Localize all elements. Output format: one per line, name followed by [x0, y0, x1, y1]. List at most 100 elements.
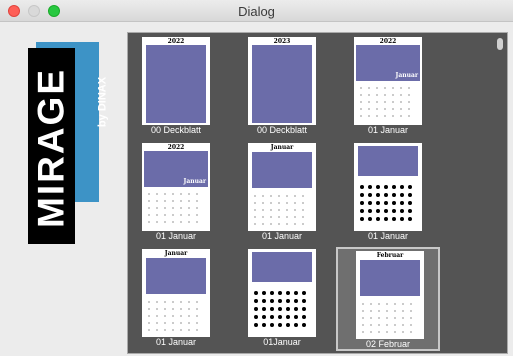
day-dot — [262, 291, 266, 295]
day-dot — [362, 317, 364, 319]
day-dot — [278, 202, 280, 204]
mirage-logo: by DINAX MIRAGE — [22, 38, 112, 248]
thumbnail-image: 2022 Januar — [142, 143, 210, 231]
thumbnail-item[interactable]: 2022 Januar 01 Januar — [128, 141, 228, 245]
day-dot — [254, 315, 258, 319]
month-photo — [360, 260, 420, 296]
day-dot — [294, 323, 298, 327]
day-dot — [362, 310, 364, 312]
vertical-scrollbar[interactable] — [497, 38, 503, 50]
month-label: Februar — [376, 252, 404, 259]
thumbnail-item[interactable]: 01Januar — [230, 247, 334, 351]
day-dot — [368, 115, 370, 117]
thumbnail-caption: 01 Januar — [155, 231, 197, 241]
day-dot — [164, 308, 166, 310]
day-dot — [394, 331, 396, 333]
month-photo — [358, 146, 418, 176]
logo-brand: MIRAGE — [30, 68, 72, 228]
thumbnail-image: 2022 Januar — [354, 37, 422, 125]
day-dot — [180, 214, 182, 216]
day-dot — [362, 324, 364, 326]
template-gallery[interactable]: 2022 00 Deckblatt 2023 00 Deckblatt 2022 Janu… — [127, 32, 508, 354]
month-photo — [252, 152, 312, 188]
day-dot — [278, 209, 280, 211]
day-dot — [410, 310, 412, 312]
day-dot — [286, 223, 288, 225]
day-dot — [370, 331, 372, 333]
day-dot — [278, 195, 280, 197]
day-dot — [262, 202, 264, 204]
thumbnail-item[interactable]: 2023 00 Deckblatt — [230, 35, 334, 139]
day-dot — [156, 207, 158, 209]
day-dot — [294, 315, 298, 319]
day-dot — [188, 200, 190, 202]
day-dot — [302, 202, 304, 204]
day-dot — [400, 108, 402, 110]
day-dot — [384, 209, 388, 213]
day-dot — [384, 201, 388, 205]
day-dot — [376, 185, 380, 189]
day-dot — [360, 209, 364, 213]
month-photo: Januar — [144, 151, 208, 187]
month-label: Januar — [183, 178, 207, 185]
day-dot — [386, 331, 388, 333]
day-dot — [408, 94, 410, 96]
day-dot — [286, 202, 288, 204]
day-dot — [156, 322, 158, 324]
day-dot — [172, 200, 174, 202]
day-dot — [360, 108, 362, 110]
day-dot — [196, 315, 198, 317]
day-dot — [148, 308, 150, 310]
day-dot — [164, 214, 166, 216]
thumbnail-item[interactable]: Januar 01 Januar — [128, 247, 228, 351]
day-dot — [270, 216, 272, 218]
day-dot — [278, 223, 280, 225]
day-dot — [180, 207, 182, 209]
day-dot — [164, 329, 166, 331]
day-dot — [270, 307, 274, 311]
day-dot — [270, 195, 272, 197]
day-dot — [408, 87, 410, 89]
day-dot — [156, 308, 158, 310]
thumbnail-image — [354, 143, 422, 231]
day-dot — [378, 303, 380, 305]
day-dot — [368, 94, 370, 96]
year-label: 2022 — [167, 144, 185, 151]
day-dot — [302, 291, 306, 295]
day-dot — [384, 115, 386, 117]
day-dot — [370, 317, 372, 319]
day-dot — [262, 315, 266, 319]
day-dot — [254, 216, 256, 218]
day-dot — [302, 195, 304, 197]
day-dot — [392, 87, 394, 89]
thumbnail-item[interactable]: 01 Januar — [336, 141, 440, 245]
day-dot — [384, 87, 386, 89]
thumbnail-item[interactable]: 2022 00 Deckblatt — [128, 35, 228, 139]
day-dot — [188, 301, 190, 303]
day-dot — [400, 87, 402, 89]
day-dot — [156, 200, 158, 202]
logo-black-band: MIRAGE — [28, 48, 75, 244]
day-dot — [148, 200, 150, 202]
day-dot — [360, 101, 362, 103]
thumbnail-item[interactable]: Januar 01 Januar — [230, 141, 334, 245]
day-dot — [188, 329, 190, 331]
day-dot — [302, 307, 306, 311]
day-dot — [394, 324, 396, 326]
day-dot — [402, 324, 404, 326]
day-dot — [400, 201, 404, 205]
day-dot — [254, 223, 256, 225]
day-dot — [188, 308, 190, 310]
day-dot — [254, 195, 256, 197]
thumbnail-item[interactable]: 2022 Januar 01 Januar — [336, 35, 440, 139]
day-dot — [392, 94, 394, 96]
day-dot — [188, 322, 190, 324]
window-title: Dialog — [238, 4, 275, 19]
day-dot — [278, 291, 282, 295]
thumbnail-item[interactable]: Februar 02 Februar — [336, 247, 440, 351]
day-dot — [278, 216, 280, 218]
day-dot — [370, 310, 372, 312]
day-dot — [148, 207, 150, 209]
logo-subtitle: by DINAX — [96, 76, 109, 128]
day-dot — [370, 303, 372, 305]
